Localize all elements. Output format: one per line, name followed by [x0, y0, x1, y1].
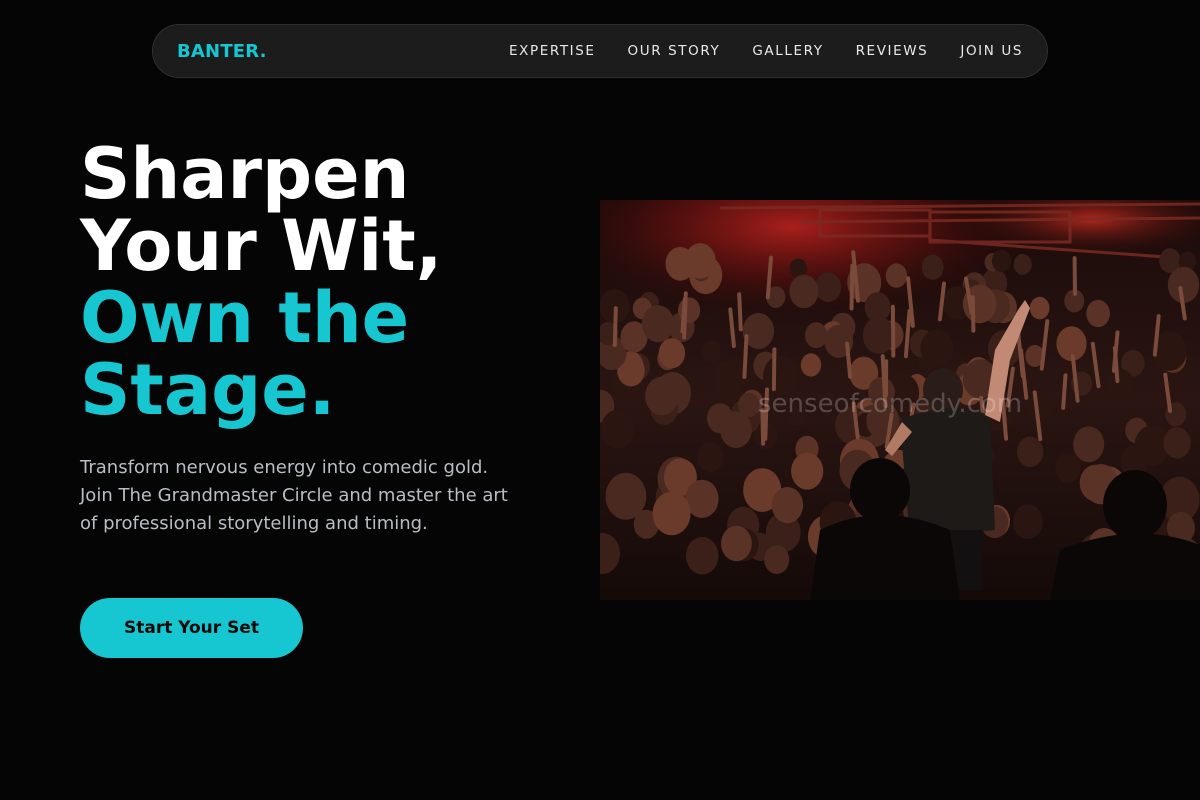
- crowd-head: [789, 274, 819, 309]
- crowd-head: [685, 536, 719, 575]
- crowd-head: [764, 545, 790, 574]
- crowd-head: [885, 263, 908, 288]
- nav-link-expertise[interactable]: EXPERTISE: [509, 43, 596, 59]
- hero-headline: Sharpen Your Wit, Own the Stage.: [80, 138, 560, 426]
- nav-link-our-story[interactable]: OUR STORY: [628, 43, 721, 59]
- crowd-head: [805, 322, 828, 349]
- crowd-head: [721, 525, 752, 562]
- hero-description: Transform nervous energy into comedic go…: [80, 457, 508, 534]
- crowd-head: [738, 392, 760, 418]
- raised-arm: [771, 347, 777, 392]
- nav-link-reviews[interactable]: REVIEWS: [856, 43, 929, 59]
- headline-line-2: Your Wit,: [80, 205, 443, 287]
- crowd-head: [1163, 427, 1191, 459]
- crowd-head: [600, 409, 635, 449]
- raised-arm: [680, 297, 687, 334]
- crowd-head: [1017, 436, 1044, 467]
- crowd-head: [921, 254, 944, 280]
- crowd-head: [862, 316, 895, 354]
- headline-line-1: Sharpen: [80, 133, 410, 215]
- nav-links: EXPERTISE OUR STORY GALLERY REVIEWS JOIN…: [509, 43, 1023, 59]
- crowd-head: [791, 452, 824, 490]
- crowd-head: [920, 329, 954, 368]
- nav-link-gallery[interactable]: GALLERY: [752, 43, 823, 59]
- crowd-head: [771, 487, 804, 524]
- raised-arm: [742, 334, 749, 379]
- nav-link-join-us[interactable]: JOIN US: [960, 43, 1023, 59]
- raised-arm: [612, 306, 618, 348]
- raised-arm: [737, 292, 743, 332]
- crowd-head: [665, 246, 695, 281]
- crowd-head: [641, 305, 675, 343]
- crowd-head: [605, 472, 647, 520]
- crowd-head: [697, 442, 724, 473]
- brand-logo[interactable]: BANTER.: [177, 41, 267, 62]
- headline-accent-line-2: Stage.: [80, 349, 336, 431]
- hero-crowd-photo: senseofcomedy.com: [600, 200, 1200, 600]
- crowd-head: [1107, 369, 1134, 400]
- crowd-head: [1086, 299, 1110, 328]
- crowd-head: [800, 353, 822, 377]
- crowd-head: [991, 249, 1012, 273]
- crowd-head: [1013, 253, 1032, 275]
- top-navigation-bar: BANTER. EXPERTISE OUR STORY GALLERY REVI…: [152, 24, 1048, 78]
- crowd-head: [1055, 453, 1081, 483]
- crowd-head: [678, 297, 701, 323]
- crowd-photo-illustration: senseofcomedy.com: [600, 200, 1200, 600]
- raised-arm: [1061, 373, 1068, 410]
- crowd-head: [713, 359, 745, 397]
- raised-arm: [849, 263, 855, 311]
- crowd-head: [1029, 296, 1050, 320]
- crowd-head: [815, 272, 842, 302]
- start-your-set-button[interactable]: Start Your Set: [80, 598, 303, 658]
- crowd-head: [658, 338, 686, 369]
- headline-accent-line-1: Own the: [80, 277, 410, 359]
- image-watermark: senseofcomedy.com: [758, 389, 1022, 419]
- crowd-head: [702, 340, 722, 363]
- crowd-head: [645, 376, 679, 416]
- crowd-head: [652, 491, 691, 536]
- landing-page: BANTER. EXPERTISE OUR STORY GALLERY REVI…: [0, 0, 1200, 800]
- crowd-head: [1073, 426, 1105, 463]
- crowd-head: [1012, 504, 1043, 539]
